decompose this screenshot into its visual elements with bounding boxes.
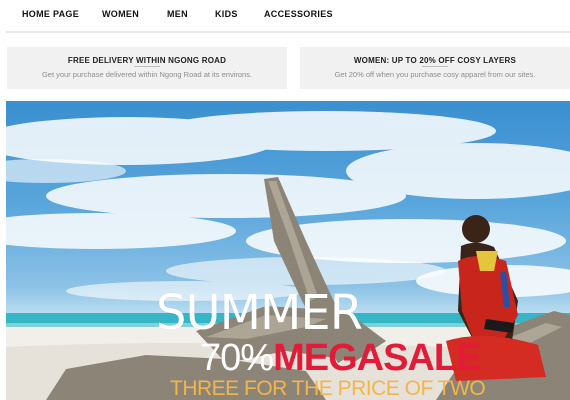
promo-title-underline: [134, 66, 160, 67]
hero-megasale-word: MEGASALE: [273, 337, 481, 379]
promo-title: FREE DELIVERY WITHIN NGONG ROAD: [67, 56, 227, 65]
hero-banner[interactable]: SUMMER 70%MEGASALE THREE FOR THE PRICE O…: [6, 101, 570, 400]
promo-women-cosy-layers[interactable]: WOMEN: UP TO 20% OFF COSY LAYERS Get 20%…: [300, 47, 570, 89]
promo-title-underline: [422, 66, 448, 67]
hero-discount-percent: 70%: [200, 337, 274, 379]
nav-kids[interactable]: KIDS: [215, 9, 238, 19]
hero-three-for-two-text: THREE FOR THE PRICE OF TWO: [170, 377, 486, 400]
hero-megasale-text: 70%MEGASALE: [200, 337, 481, 380]
nav-men[interactable]: MEN: [167, 9, 188, 19]
top-navigation: HOME PAGE WOMEN MEN KIDS ACCESSORIES: [0, 0, 570, 30]
promo-subtitle: Get 20% off when you purchase cosy appar…: [334, 70, 536, 79]
nav-home-page[interactable]: HOME PAGE: [22, 9, 79, 19]
promo-free-delivery[interactable]: FREE DELIVERY WITHIN NGONG ROAD Get your…: [7, 47, 287, 89]
promo-title: WOMEN: UP TO 20% OFF COSY LAYERS: [353, 56, 517, 65]
nav-divider: [6, 31, 570, 33]
hero-summer-text: SUMMER: [156, 285, 363, 341]
nav-accessories[interactable]: ACCESSORIES: [264, 9, 333, 19]
hero-headline: SUMMER 70%MEGASALE THREE FOR THE PRICE O…: [6, 101, 570, 400]
promo-subtitle: Get your purchase delivered within Ngong…: [41, 70, 253, 79]
nav-women[interactable]: WOMEN: [102, 9, 139, 19]
